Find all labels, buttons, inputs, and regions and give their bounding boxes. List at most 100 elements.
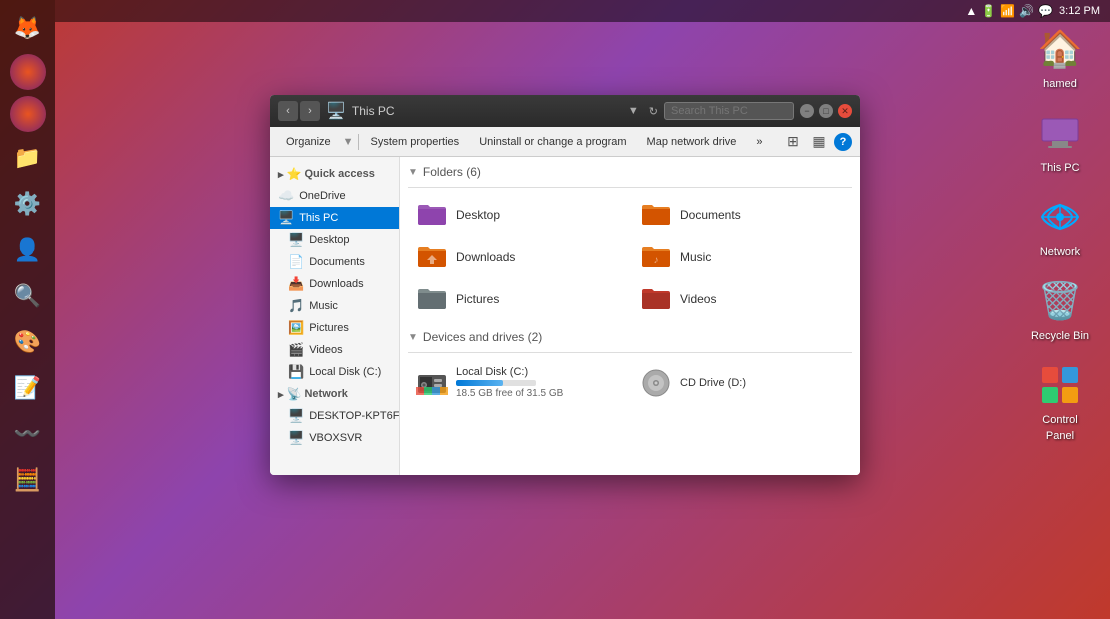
network-icon	[1035, 192, 1085, 242]
folder-desktop[interactable]: Desktop	[408, 196, 628, 234]
view-pane-button[interactable]: ▦	[808, 131, 830, 153]
taskbar-ubuntu2[interactable]	[10, 96, 46, 132]
taskbar-files[interactable]: 📁	[8, 138, 48, 178]
taskbar-firefox[interactable]: 🦊	[8, 8, 48, 48]
toolbar-sep1	[358, 134, 359, 150]
network-tray-icon: ▲	[965, 4, 977, 18]
pictures-folder-icon	[416, 285, 448, 313]
hamed-label: hamed	[1043, 78, 1077, 90]
documents-sidebar-label: Documents	[309, 256, 365, 268]
drive-c[interactable]: Local Disk (C:) 18.5 GB free of 31.5 GB	[408, 361, 628, 404]
sidebar-pc-icon: 🖥️	[278, 210, 294, 226]
quick-access-arrow: ▸	[278, 168, 284, 181]
taskbar-settings[interactable]: ⚙️	[8, 184, 48, 224]
title-bar-dropdown[interactable]: ▼	[628, 105, 639, 117]
map-network-button[interactable]: Map network drive	[639, 134, 745, 150]
network-arrow: ▸	[278, 388, 284, 401]
onedrive-icon: ☁️	[278, 188, 294, 204]
folders-arrow: ▼	[408, 167, 418, 178]
maximize-button[interactable]: □	[819, 104, 833, 118]
help-button[interactable]: ?	[834, 133, 852, 151]
sidebar-pictures-icon: 🖼️	[288, 320, 304, 336]
close-button[interactable]: ✕	[838, 104, 852, 118]
right-dock: 🏠 hamed This PC Network 🗑️ Recycle Bin	[1010, 0, 1110, 619]
drive-c-progress-fill	[456, 380, 503, 386]
taskbar-notes[interactable]: 📝	[8, 368, 48, 408]
dock-hamed[interactable]: 🏠 hamed	[1031, 20, 1089, 94]
system-bar: ▲ 🔋 📶 🔊 💬 3:12 PM	[55, 0, 1110, 22]
view-options-button[interactable]: ⊞	[782, 131, 804, 153]
sidebar: ▸ ⭐ Quick access ☁️ OneDrive 🖥️ This PC …	[270, 157, 400, 475]
this-pc-sidebar-label: This PC	[299, 212, 338, 224]
downloads-folder-icon	[416, 243, 448, 271]
taskbar-paint[interactable]: 🎨	[8, 322, 48, 362]
dock-control-panel[interactable]: Control Panel	[1031, 356, 1089, 446]
folder-music[interactable]: ♪ Music	[632, 238, 852, 276]
organize-dropdown[interactable]: ▼	[343, 136, 354, 148]
uninstall-button[interactable]: Uninstall or change a program	[471, 134, 634, 150]
music-sidebar-label: Music	[309, 300, 338, 312]
taskbar-search[interactable]: 🔍	[8, 276, 48, 316]
toolbar-right: ⊞ ▦ ?	[782, 131, 852, 153]
sidebar-network-header[interactable]: ▸ 📡 Network	[270, 383, 399, 405]
back-button[interactable]: ‹	[278, 101, 298, 121]
devices-arrow: ▼	[408, 332, 418, 343]
devices-section-header[interactable]: ▼ Devices and drives (2)	[408, 330, 852, 344]
drive-c-space: 18.5 GB free of 31.5 GB	[456, 388, 563, 399]
taskbar-ubuntu[interactable]	[10, 54, 46, 90]
sidebar-videos[interactable]: 🎬 Videos	[270, 339, 399, 361]
sidebar-pictures[interactable]: 🖼️ Pictures	[270, 317, 399, 339]
folder-videos-label: Videos	[680, 292, 716, 306]
sidebar-onedrive[interactable]: ☁️ OneDrive	[270, 185, 399, 207]
system-tray: ▲ 🔋 📶 🔊 💬	[965, 4, 1053, 18]
folders-section-header[interactable]: ▼ Folders (6)	[408, 165, 852, 179]
sidebar-vbox-icon: 🖥️	[288, 430, 304, 446]
folder-documents[interactable]: Documents	[632, 196, 852, 234]
recycle-bin-label: Recycle Bin	[1031, 330, 1089, 342]
network-sidebar-label: Network	[304, 388, 347, 400]
sidebar-documents[interactable]: 📄 Documents	[270, 251, 399, 273]
sidebar-music[interactable]: 🎵 Music	[270, 295, 399, 317]
sidebar-vboxsvr[interactable]: 🖥️ VBOXSVR	[270, 427, 399, 449]
dock-this-pc[interactable]: This PC	[1031, 104, 1089, 178]
taskbar-wave[interactable]: 〰️	[8, 414, 48, 454]
quick-access-label: Quick access	[304, 168, 374, 180]
downloads-sidebar-label: Downloads	[309, 278, 363, 290]
recycle-bin-icon: 🗑️	[1035, 276, 1085, 326]
devices-divider	[408, 352, 852, 353]
more-button[interactable]: »	[748, 134, 770, 150]
sidebar-kpt-icon: 🖥️	[288, 408, 304, 424]
battery-icon: 🔋	[981, 4, 996, 18]
taskbar-people[interactable]: 👤	[8, 230, 48, 270]
folder-desktop-label: Desktop	[456, 208, 500, 222]
folder-pictures[interactable]: Pictures	[408, 280, 628, 318]
explorer-window: ‹ › 🖥️ This PC ▼ ↻ − □ ✕ Organize ▼ Syst…	[270, 95, 860, 475]
window-title: This PC	[352, 104, 618, 118]
sidebar-quick-access-header[interactable]: ▸ ⭐ Quick access	[270, 163, 399, 185]
drive-d[interactable]: CD Drive (D:)	[632, 361, 852, 404]
system-properties-button[interactable]: System properties	[363, 134, 468, 150]
sidebar-downloads[interactable]: 📥 Downloads	[270, 273, 399, 295]
folder-downloads[interactable]: Downloads	[408, 238, 628, 276]
sidebar-desktop[interactable]: 🖥️ Desktop	[270, 229, 399, 251]
taskbar: 🦊 📁 ⚙️ 👤 🔍 🎨 📝 〰️ 🧮	[0, 0, 55, 619]
title-bar-refresh[interactable]: ↻	[649, 105, 658, 118]
minimize-button[interactable]: −	[800, 104, 814, 118]
dock-network[interactable]: Network	[1031, 188, 1089, 262]
search-input[interactable]	[664, 102, 794, 120]
drive-c-info: Local Disk (C:) 18.5 GB free of 31.5 GB	[456, 366, 563, 399]
desktop-sidebar-label: Desktop	[309, 234, 349, 246]
organize-button[interactable]: Organize	[278, 134, 339, 150]
onedrive-label: OneDrive	[299, 190, 345, 202]
folder-videos[interactable]: Videos	[632, 280, 852, 318]
sidebar-this-pc[interactable]: 🖥️ This PC	[270, 207, 399, 229]
dock-recycle-bin[interactable]: 🗑️ Recycle Bin	[1027, 272, 1093, 346]
folder-downloads-label: Downloads	[456, 250, 515, 264]
sidebar-desktop-kpt[interactable]: 🖥️ DESKTOP-KPT6F75	[270, 405, 399, 427]
taskbar-calc[interactable]: 🧮	[8, 460, 48, 500]
forward-button[interactable]: ›	[300, 101, 320, 121]
sidebar-local-disk[interactable]: 💾 Local Disk (C:)	[270, 361, 399, 383]
content-area: ▸ ⭐ Quick access ☁️ OneDrive 🖥️ This PC …	[270, 157, 860, 475]
wifi-icon: 📶	[1000, 4, 1015, 18]
local-disk-sidebar-label: Local Disk (C:)	[309, 366, 381, 378]
